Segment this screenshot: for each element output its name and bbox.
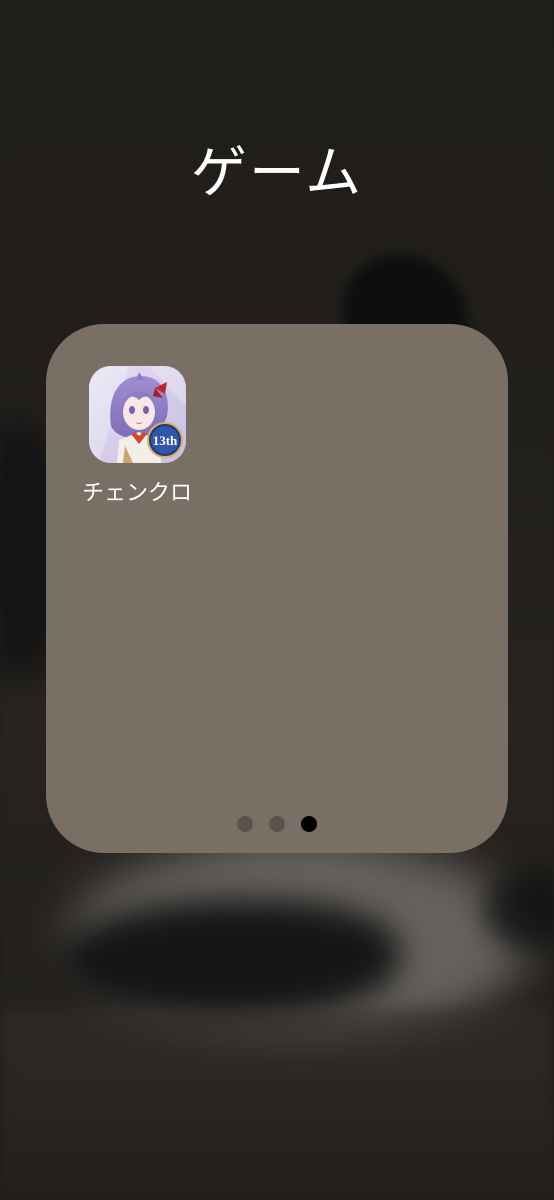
folder-title[interactable]: ゲーム [0,128,554,209]
app-label: チェンクロ [81,481,192,506]
chain-chronicle-app-icon[interactable]: 13th [88,366,186,463]
app-icon-artwork: 13th [88,366,186,463]
app-chain-chronicle[interactable]: 13th チェンクロ [74,366,200,507]
page-dot-1[interactable] [237,816,253,832]
anniversary-badge-text: 13th [152,433,177,448]
page-dot-2[interactable] [269,816,285,832]
page-indicator[interactable] [0,816,554,832]
page-dot-3-current[interactable] [301,816,317,832]
